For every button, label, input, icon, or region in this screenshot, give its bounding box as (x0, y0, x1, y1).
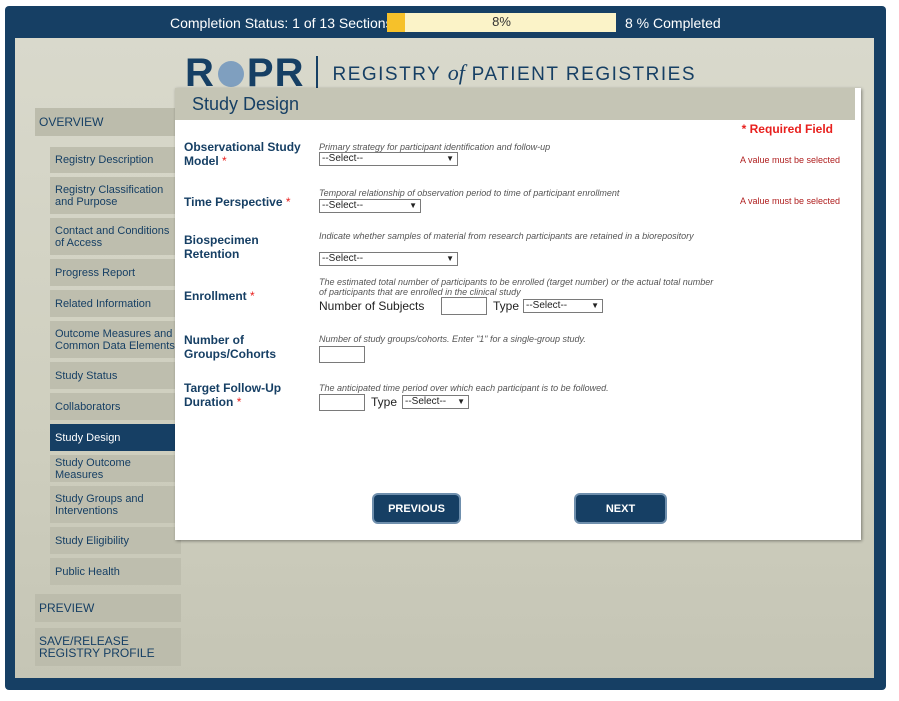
previous-button[interactable]: PREVIOUS (374, 495, 459, 522)
sidebar-item-progress-report[interactable]: Progress Report (50, 259, 181, 286)
followup-label: Target Follow-Up Duration * (184, 381, 282, 409)
completion-progress-bar: 8% (387, 13, 616, 32)
logo-text-registry: REGISTRY (332, 64, 448, 85)
required-field-note: * Required Field (741, 122, 833, 136)
study-design-panel: Study Design * Required Field Observatio… (175, 88, 861, 540)
enrollment-subjects-label: Number of Subjects (319, 299, 425, 313)
observational-model-hint: Primary strategy for participant identif… (319, 142, 551, 152)
completion-percent: 8% (492, 14, 511, 29)
sidebar-item-contact-conditions[interactable]: Contact and Conditions of Access (50, 218, 181, 255)
sidebar-item-study-outcome-measures[interactable]: Study Outcome Measures (50, 455, 181, 482)
observational-model-error: A value must be selected (739, 155, 840, 165)
chevron-down-icon: ▼ (591, 301, 599, 310)
time-perspective-select[interactable]: --Select-- ▼ (319, 199, 421, 213)
completion-completed-text: 8 % Completed (625, 15, 721, 31)
sidebar-preview[interactable]: PREVIEW (35, 594, 181, 622)
logo-text: REGISTRY of PATIENT REGISTRIES (332, 60, 696, 86)
enrollment-type-label: Type (493, 299, 520, 313)
followup-hint: The anticipated time period over which e… (319, 383, 609, 393)
sidebar-item-study-status[interactable]: Study Status (50, 362, 181, 389)
time-perspective-hint: Temporal relationship of observation per… (319, 188, 620, 198)
sidebar-item-study-design[interactable]: Study Design (50, 424, 181, 451)
time-perspective-label: Time Perspective * (184, 195, 291, 209)
sidebar-item-related-information[interactable]: Related Information (50, 290, 181, 317)
followup-type-select[interactable]: --Select-- ▼ (402, 395, 469, 409)
enrollment-hint: The estimated total number of participan… (319, 277, 714, 297)
enrollment-label: Enrollment * (184, 289, 255, 303)
time-perspective-error: A value must be selected (739, 196, 840, 206)
chevron-down-icon: ▼ (446, 254, 454, 263)
completion-status-label: Completion Status: 1 of 13 Sections (170, 15, 393, 31)
biospecimen-select[interactable]: --Select-- ▼ (319, 252, 458, 266)
sidebar-item-registry-classification[interactable]: Registry Classification and Purpose (50, 177, 181, 214)
sidebar-item-outcome-measures[interactable]: Outcome Measures and Common Data Element… (50, 321, 181, 358)
enrollment-subjects-input[interactable] (441, 297, 487, 315)
chevron-down-icon: ▼ (409, 201, 417, 210)
chevron-down-icon: ▼ (457, 397, 465, 406)
next-button[interactable]: NEXT (576, 495, 665, 522)
completion-status-bar: Completion Status: 1 of 13 Sections 8% 8… (5, 6, 886, 38)
sidebar-overview[interactable]: OVERVIEW (35, 108, 181, 136)
observational-model-select[interactable]: --Select-- ▼ (319, 152, 458, 166)
followup-type-label: Type (371, 395, 398, 409)
sidebar-item-collaborators[interactable]: Collaborators (50, 393, 181, 420)
chevron-down-icon: ▼ (446, 154, 454, 163)
sidebar-item-study-groups[interactable]: Study Groups and Interventions (50, 486, 181, 523)
biospecimen-label: Biospecimen Retention (184, 233, 259, 261)
panel-title: Study Design (175, 88, 855, 120)
sidebar-item-registry-description[interactable]: Registry Description (50, 147, 181, 173)
groups-hint: Number of study groups/cohorts. Enter "1… (319, 334, 586, 344)
sidebar-item-public-health[interactable]: Public Health (50, 558, 181, 585)
logo-o-circle-icon (217, 61, 244, 87)
observational-model-label: Observational Study Model * (184, 140, 301, 168)
sidebar-item-study-eligibility[interactable]: Study Eligibility (50, 527, 181, 554)
logo-text-of: of (447, 60, 465, 85)
sidebar-save-release[interactable]: SAVE/RELEASE REGISTRY PROFILE (35, 628, 181, 666)
app-frame: Completion Status: 1 of 13 Sections 8% 8… (5, 6, 886, 690)
groups-input[interactable] (319, 346, 365, 363)
logo-text-patient-registries: PATIENT REGISTRIES (464, 64, 697, 85)
logo-divider (316, 56, 319, 90)
groups-label: Number of Groups/Cohorts (184, 333, 276, 361)
biospecimen-hint: Indicate whether samples of material fro… (319, 231, 694, 241)
enrollment-type-select[interactable]: --Select-- ▼ (523, 299, 603, 313)
followup-input[interactable] (319, 394, 365, 411)
